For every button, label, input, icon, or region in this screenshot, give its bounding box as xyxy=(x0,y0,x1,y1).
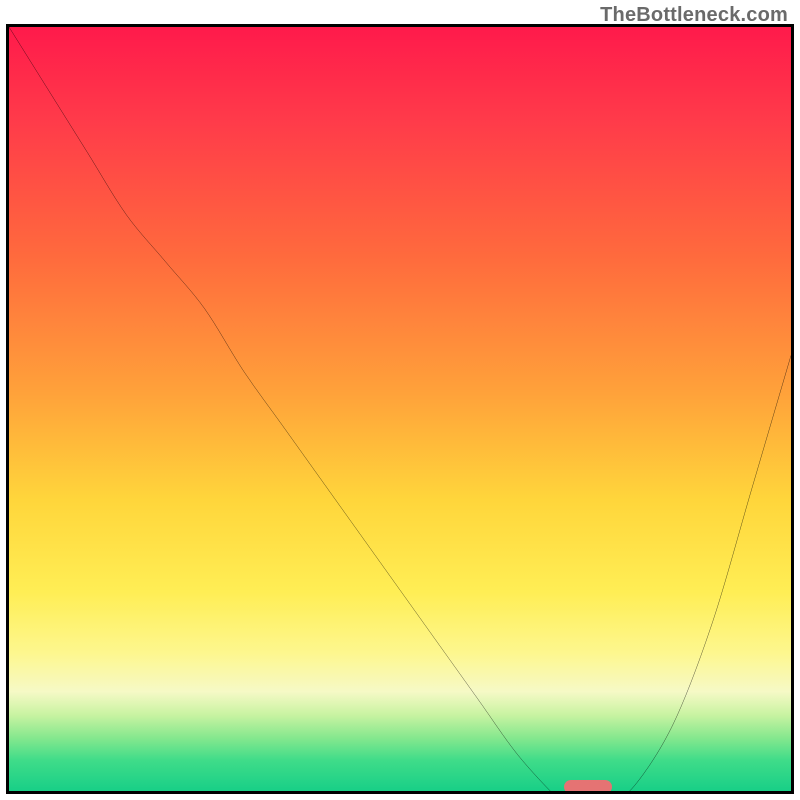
minimum-marker xyxy=(564,780,612,794)
curve-path xyxy=(9,27,791,794)
chart-frame xyxy=(6,24,794,794)
bottleneck-curve xyxy=(9,27,791,794)
